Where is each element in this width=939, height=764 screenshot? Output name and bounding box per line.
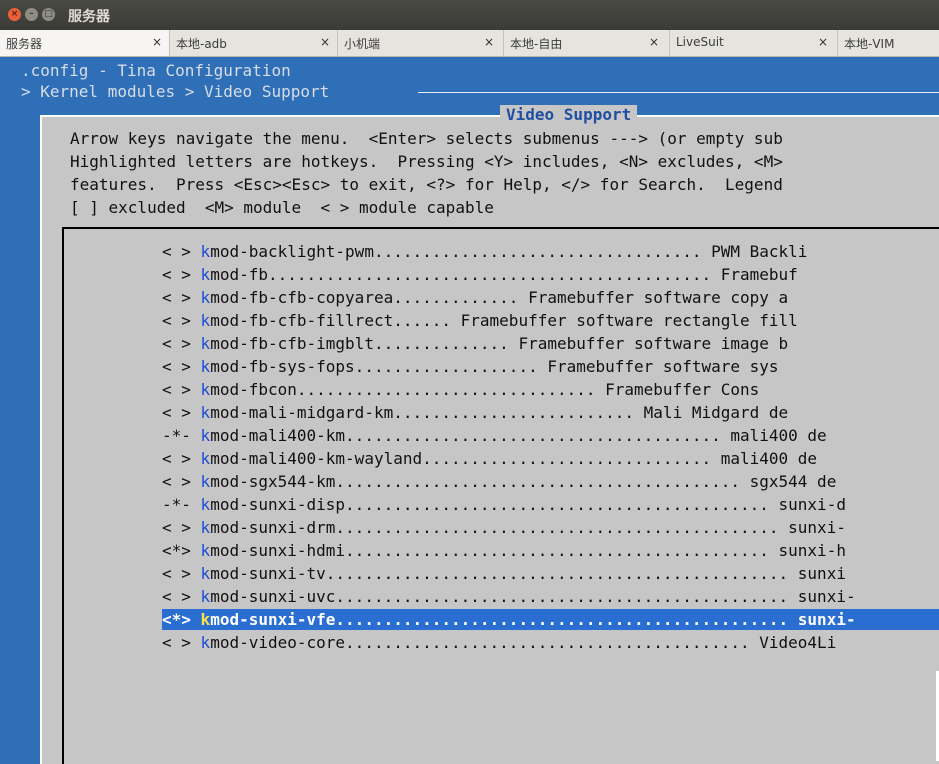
config-title: .config - Tina Configuration (21, 61, 291, 80)
breadcrumb-rule (418, 92, 939, 93)
menu-list: < > kmod-backlight-pwm..................… (62, 227, 939, 764)
menu-item[interactable]: < > kmod-fb-cfb-imgblt.............. Fra… (162, 333, 788, 354)
help-text-line: Arrow keys navigate the menu. <Enter> se… (70, 129, 783, 148)
menu-item[interactable]: < > kmod-video-core.....................… (162, 632, 836, 653)
tab-device[interactable]: 小机端 × (338, 30, 504, 56)
tab-label: 服务器 (6, 37, 43, 51)
menu-item[interactable]: < > kmod-fb-sys-fops................... … (162, 356, 779, 377)
tab-close-icon[interactable]: × (649, 35, 659, 49)
menu-item[interactable]: -*- kmod-sunxi-disp.....................… (162, 494, 846, 515)
hotkey-letter: k (200, 380, 211, 399)
tab-close-icon[interactable]: × (320, 35, 330, 49)
help-text-line: [ ] excluded <M> module < > module capab… (70, 198, 494, 217)
tab-label: 本地-VIM (844, 37, 895, 51)
hotkey-letter: k (200, 587, 211, 606)
menu-item[interactable]: < > kmod-fb-cfb-fillrect...... Framebuff… (162, 310, 798, 331)
tab-local-free[interactable]: 本地-自由 × (504, 30, 670, 56)
terminal[interactable]: .config - Tina Configuration > Kernel mo… (0, 57, 939, 764)
menu-item[interactable]: < > kmod-sunxi-tv.......................… (162, 563, 846, 584)
hotkey-letter: k (200, 311, 211, 330)
hotkey-letter: k (200, 242, 211, 261)
window-titlebar: × – □ 服务器 (0, 0, 939, 30)
menu-item[interactable]: < > kmod-sunxi-drm......................… (162, 517, 846, 538)
hotkey-letter: k (200, 288, 211, 307)
menu-item[interactable]: < > kmod-sunxi-uvc......................… (162, 586, 856, 607)
menu-item[interactable]: -*- kmod-mali400-km.....................… (162, 425, 827, 446)
tab-bar: 服务器 × 本地-adb × 小机端 × 本地-自由 × LiveSuit × … (0, 30, 939, 57)
hotkey-letter: k (200, 403, 211, 422)
tab-close-icon[interactable]: × (484, 35, 494, 49)
hotkey-letter: k (200, 633, 211, 652)
tab-server[interactable]: 服务器 × (0, 30, 170, 56)
menu-item[interactable]: < > kmod-fbcon..........................… (162, 379, 759, 400)
tab-label: 本地-自由 (510, 37, 563, 51)
window-minimize-button[interactable]: – (25, 8, 38, 21)
menu-item[interactable]: < > kmod-fb.............................… (162, 264, 798, 285)
tab-label: 小机端 (344, 37, 381, 51)
tab-label: 本地-adb (176, 37, 227, 51)
hotkey-letter: k (200, 265, 211, 284)
hotkey-letter: k (200, 518, 211, 537)
tab-livesuit[interactable]: LiveSuit × (670, 30, 838, 56)
help-text-line: features. Press <Esc><Esc> to exit, <?> … (70, 175, 783, 194)
hotkey-letter: k (200, 541, 211, 560)
menu-item[interactable]: < > kmod-mali-midgard-km................… (162, 402, 788, 423)
menu-item[interactable]: < > kmod-fb-cfb-copyarea............. Fr… (162, 287, 788, 308)
hotkey-letter: k (200, 610, 211, 629)
window-maximize-button[interactable]: □ (42, 8, 55, 21)
menu-breadcrumb: > Kernel modules > Video Support (21, 82, 339, 101)
hotkey-letter: k (200, 495, 211, 514)
window-close-button[interactable]: × (8, 8, 21, 21)
tab-local-adb[interactable]: 本地-adb × (170, 30, 338, 56)
tab-local-vim[interactable]: 本地-VIM (838, 30, 939, 56)
hotkey-letter: k (200, 564, 211, 583)
menu-item[interactable]: < > kmod-backlight-pwm..................… (162, 241, 807, 262)
menu-item[interactable]: < > kmod-mali400-km-wayland.............… (162, 448, 817, 469)
tab-close-icon[interactable]: × (818, 35, 828, 49)
hotkey-letter: k (200, 426, 211, 445)
hotkey-letter: k (200, 357, 211, 376)
tab-close-icon[interactable]: × (152, 35, 162, 49)
window-title: 服务器 (68, 9, 110, 25)
hotkey-letter: k (200, 472, 211, 491)
tab-label: LiveSuit (676, 35, 724, 49)
dialog-title: Video Support (500, 105, 638, 125)
menu-item[interactable]: <*> kmod-sunxi-hdmi.....................… (162, 540, 846, 561)
hotkey-letter: k (200, 449, 211, 468)
hotkey-letter: k (200, 334, 211, 353)
help-text-line: Highlighted letters are hotkeys. Pressin… (70, 152, 783, 171)
menu-item[interactable]: < > kmod-sgx544-km......................… (162, 471, 836, 492)
menu-item-selected[interactable]: <*> kmod-sunxi-vfe......................… (162, 609, 939, 630)
